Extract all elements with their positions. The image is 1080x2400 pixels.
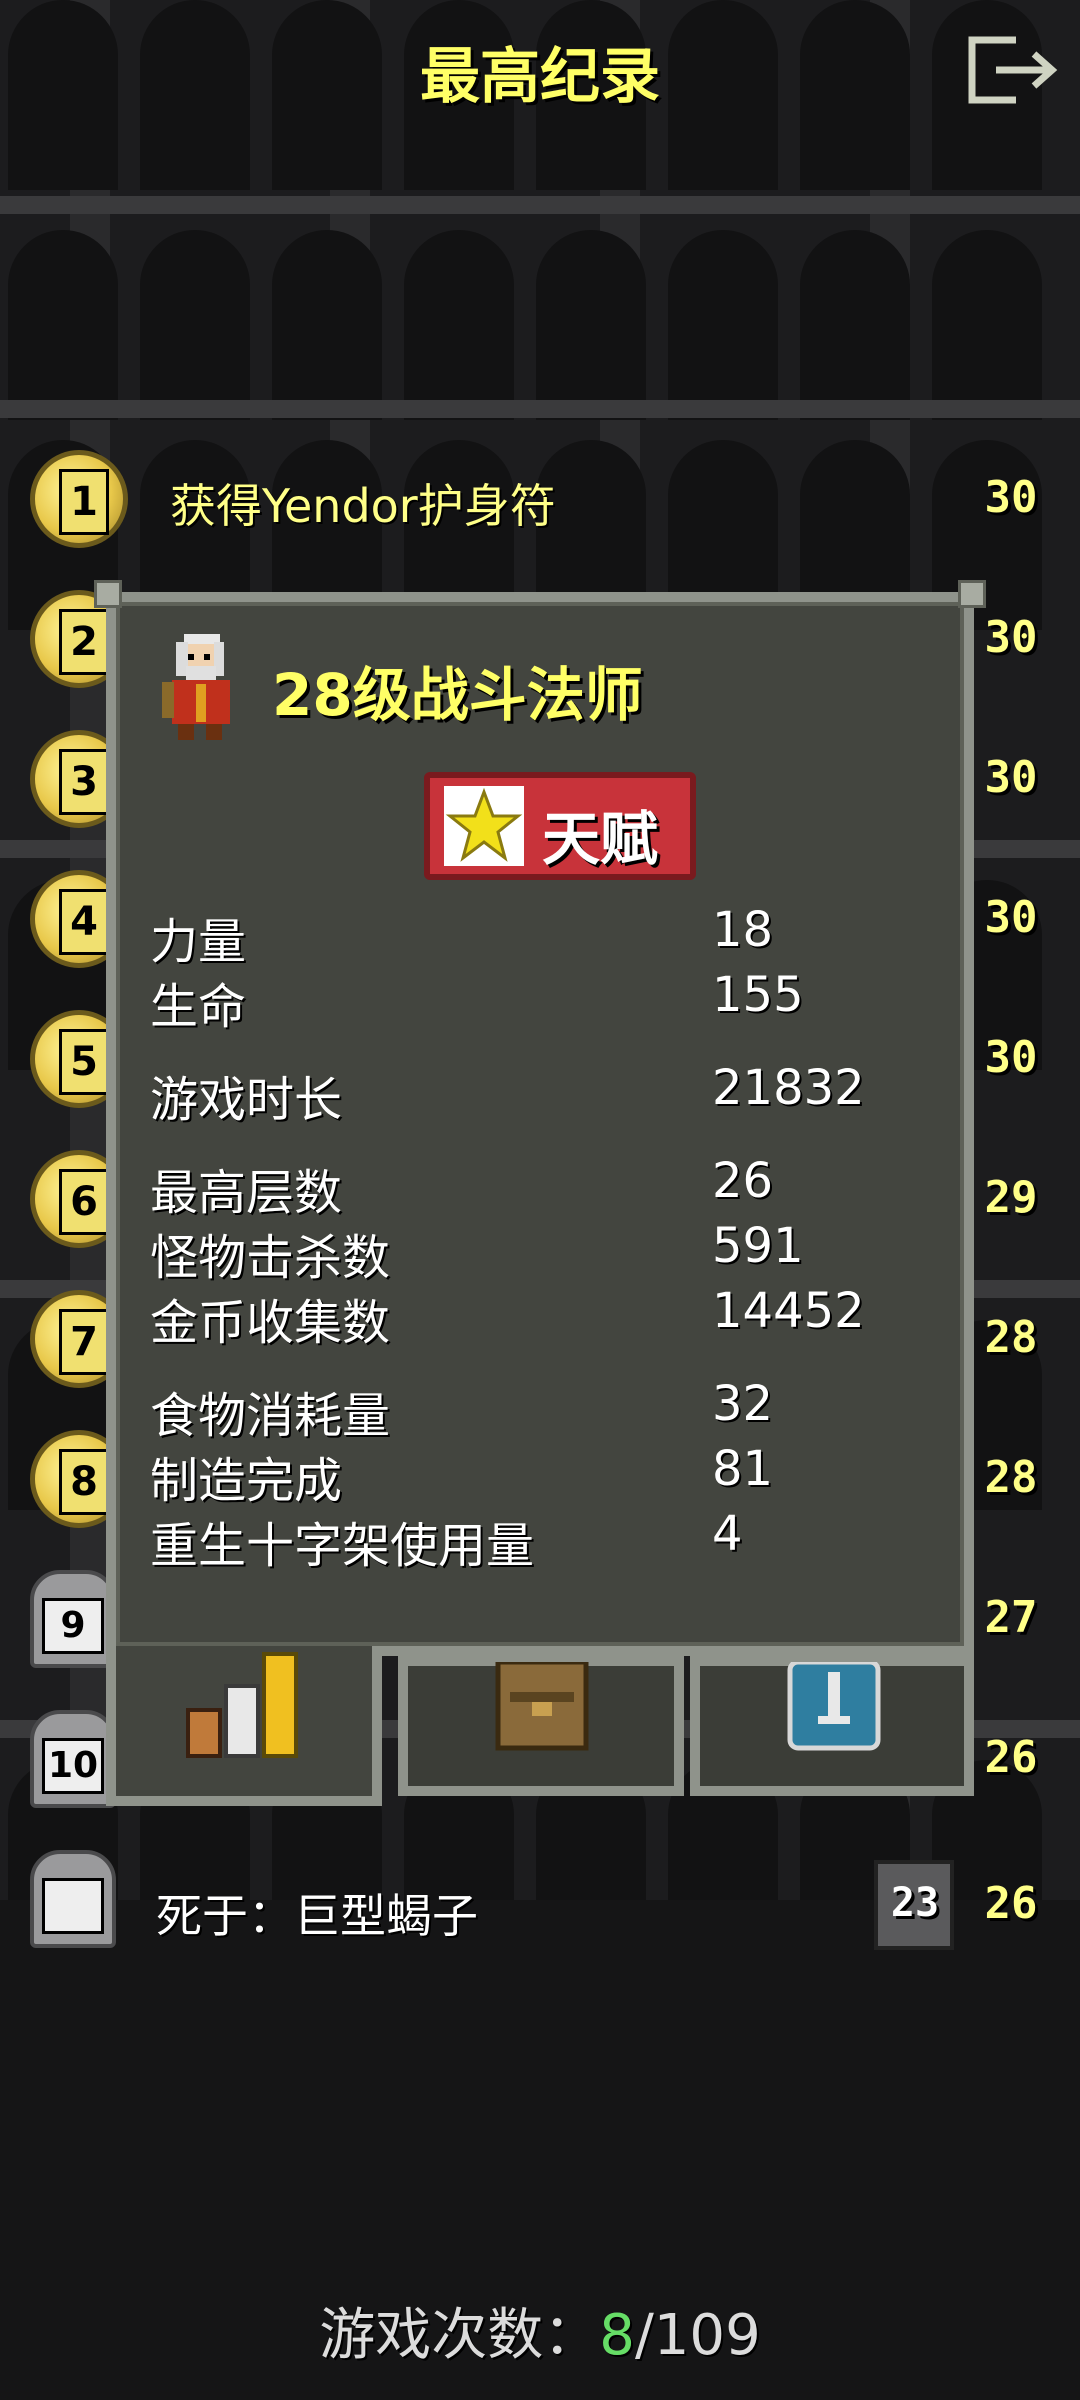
games-current: 8 xyxy=(599,2303,635,2368)
tombstone-icon: 9 xyxy=(30,1570,116,1668)
record-description: 获得Yendor护身符 xyxy=(170,479,556,533)
stat-value: 21832 xyxy=(712,1060,865,1116)
stat-row-gold: 金币收集数 14452 xyxy=(150,1283,930,1351)
hero-title: 28级战斗法师 xyxy=(272,661,643,729)
talents-label: 天赋 xyxy=(542,805,659,873)
tab-stats[interactable] xyxy=(106,1646,382,1806)
stat-row-kills: 怪物击杀数 591 xyxy=(150,1218,930,1286)
stat-label: 游戏时长 xyxy=(150,1072,343,1128)
games-total: /109 xyxy=(634,2303,761,2368)
stat-value: 32 xyxy=(712,1376,774,1432)
stats-bars-icon xyxy=(186,1652,298,1758)
floor-band xyxy=(0,400,1080,418)
stat-value: 4 xyxy=(712,1506,743,1562)
games-label: 游戏次数： xyxy=(319,2303,600,2368)
stat-row-strength: 力量 18 xyxy=(150,902,930,970)
stat-row-ankh-used: 重生十字架使用量 4 xyxy=(150,1506,930,1574)
tombstone-icon: 10 xyxy=(30,1710,116,1808)
stat-value: 155 xyxy=(712,967,804,1023)
stat-value: 14452 xyxy=(712,1283,865,1339)
floor-band xyxy=(0,196,1080,214)
tab-belongings[interactable] xyxy=(398,1656,684,1796)
hero-details-dialog: 28级战斗法师 天赋 力量 18 生命 155 游戏时长 21832 最高层数 … xyxy=(94,580,986,1656)
stat-row-food: 食物消耗量 32 xyxy=(150,1376,930,1444)
exit-button[interactable] xyxy=(966,34,1062,106)
helmet-icon: 30 xyxy=(984,892,1038,943)
stat-label: 制造完成 xyxy=(150,1453,343,1509)
record-description: 死于：巨型蝎子 xyxy=(156,1889,478,1943)
record-row-current[interactable]: 死于：巨型蝎子 23 26 xyxy=(30,1850,1050,1970)
frame-corner xyxy=(958,580,986,608)
stat-label: 力量 xyxy=(150,914,247,970)
games-played-counter: 游戏次数：8/109 xyxy=(0,2290,1080,2371)
frame-corner xyxy=(94,580,122,608)
staff-icon: 28 xyxy=(984,1452,1038,1503)
stat-row-health: 生命 155 xyxy=(150,967,930,1035)
helmet-icon: 26 xyxy=(984,1732,1038,1783)
backpack-icon xyxy=(495,1662,589,1751)
page-title: 最高纪录 xyxy=(420,42,660,112)
stat-label: 怪物击杀数 xyxy=(150,1230,391,1286)
star-icon xyxy=(444,786,524,866)
talents-button[interactable]: 天赋 xyxy=(424,772,696,880)
depth-flag-icon: 23 xyxy=(850,1850,960,1960)
stat-row-play-time: 游戏时长 21832 xyxy=(150,1060,930,1128)
helmet-icon: 29 xyxy=(984,1172,1038,1223)
stat-label: 金币收集数 xyxy=(150,1295,391,1351)
exit-icon xyxy=(968,36,1058,104)
badge-shield-icon xyxy=(787,1662,881,1751)
battle-mage-sprite-icon xyxy=(160,632,240,742)
tab-badges[interactable] xyxy=(690,1656,974,1796)
stat-value: 18 xyxy=(712,902,774,958)
medal-icon: 1 xyxy=(30,450,128,548)
staff-icon: 30 xyxy=(984,752,1038,803)
arch-row xyxy=(0,230,1080,420)
stat-label: 生命 xyxy=(150,979,247,1035)
red-hood-icon: 26 xyxy=(984,1878,1038,1929)
bow-weapon-icon: 30 xyxy=(984,472,1038,523)
stat-row-crafted: 制造完成 81 xyxy=(150,1441,930,1509)
stat-value: 26 xyxy=(712,1153,774,1209)
red-hood-icon: 27 xyxy=(984,1592,1038,1643)
stat-label: 食物消耗量 xyxy=(150,1388,391,1444)
stat-label: 最高层数 xyxy=(150,1165,343,1221)
helmet-icon: 30 xyxy=(984,612,1038,663)
red-hood-icon: 30 xyxy=(984,1032,1038,1083)
bow-weapon-icon: 28 xyxy=(984,1312,1038,1363)
record-row-1[interactable]: 1 获得Yendor护身符 30 xyxy=(30,450,1050,570)
stat-label: 重生十字架使用量 xyxy=(150,1518,535,1574)
stat-value: 591 xyxy=(712,1218,804,1274)
stat-value: 81 xyxy=(712,1441,774,1497)
stat-row-max-depth: 最高层数 26 xyxy=(150,1153,930,1221)
tombstone-icon xyxy=(30,1850,116,1948)
